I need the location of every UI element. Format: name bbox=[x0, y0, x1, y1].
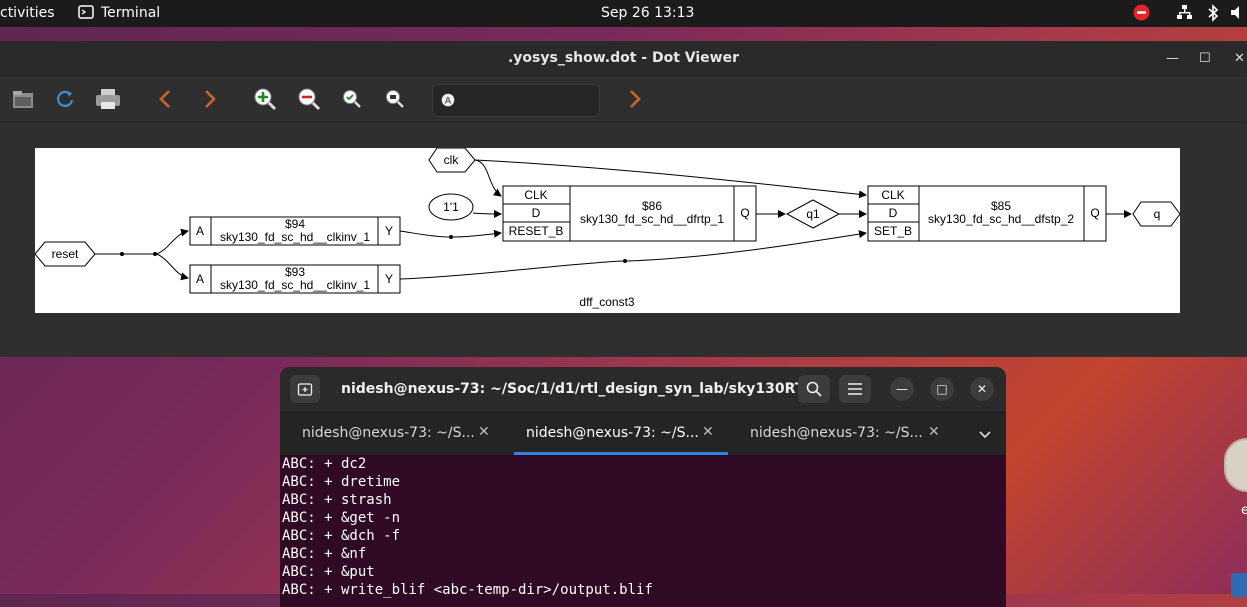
tab-label: nidesh@nexus-73: ~/S... bbox=[526, 425, 699, 441]
hamburger-icon bbox=[848, 383, 862, 395]
cell-85-pin-d: D bbox=[889, 206, 898, 220]
const-label: 1'1 bbox=[443, 200, 459, 214]
dot-viewer-toolbar bbox=[0, 77, 1247, 122]
clock[interactable]: Sep 26 13:13 bbox=[601, 5, 694, 21]
activities-button[interactable]: ctivities bbox=[0, 5, 55, 21]
tab-3[interactable]: nidesh@nexus-73: ~/S... ✕ bbox=[728, 411, 950, 455]
find-next-icon[interactable] bbox=[622, 86, 648, 112]
maximize-icon[interactable]: ☐ bbox=[1199, 51, 1211, 66]
do-not-disturb-icon[interactable] bbox=[1133, 4, 1150, 25]
back-icon[interactable] bbox=[152, 86, 178, 112]
svg-text:A: A bbox=[445, 97, 452, 107]
top-bar: ctivities Terminal Sep 26 13:13 bbox=[0, 0, 1247, 27]
schematic-graph: clk 1'1 reset q q1 A $94 sky130_fd_sc_hd… bbox=[34, 147, 1181, 309]
cell-93-pin-a: A bbox=[196, 272, 204, 286]
minimize-icon: — bbox=[896, 382, 908, 396]
cell-93-id: $93 bbox=[285, 265, 305, 279]
zoom-100-icon[interactable] bbox=[382, 86, 408, 112]
chevron-down-icon[interactable] bbox=[978, 425, 992, 444]
zoom-fit-icon[interactable] bbox=[339, 86, 365, 112]
tab-2[interactable]: nidesh@nexus-73: ~/S... ✕ bbox=[514, 411, 728, 455]
terminal-window: nidesh@nexus-73: ~/Soc/1/d1/rtl_design_s… bbox=[280, 367, 1006, 607]
wire-q1-label: q1 bbox=[806, 207, 820, 221]
cell-86-type: sky130_fd_sc_hd__dfrtp_1 bbox=[580, 212, 724, 226]
graph-canvas[interactable]: clk 1'1 reset q q1 A $94 sky130_fd_sc_hd… bbox=[34, 147, 1181, 313]
terminal-line: ABC: + strash bbox=[282, 492, 392, 508]
terminal-output[interactable]: ABC: + dc2 ABC: + dretime ABC: + strash … bbox=[280, 455, 1006, 607]
desktop-app-icon[interactable] bbox=[1224, 438, 1247, 492]
search-input[interactable]: A bbox=[432, 84, 600, 117]
close-icon: ✕ bbox=[976, 382, 988, 396]
desktop-icon-label[interactable]: e bbox=[1241, 503, 1247, 518]
terminal-line: ABC: + dretime bbox=[282, 474, 401, 490]
close-icon[interactable]: ✕ bbox=[1234, 51, 1245, 66]
minimize-button[interactable]: — bbox=[890, 377, 914, 401]
zoom-out-icon[interactable] bbox=[296, 86, 322, 112]
dot-viewer-titlebar[interactable]: .yosys_show.dot - Dot Viewer — ☐ ✕ bbox=[0, 41, 1247, 77]
terminal-line: ABC: + &dch -f bbox=[282, 528, 401, 544]
new-tab-button[interactable] bbox=[290, 375, 320, 403]
terminal-line: ABC: + write_blif <abc-temp-dir>/output.… bbox=[282, 582, 653, 598]
reload-icon[interactable] bbox=[52, 86, 78, 112]
port-clk-label: clk bbox=[444, 153, 460, 167]
terminal-tab-bar: nidesh@nexus-73: ~/S... ✕ nidesh@nexus-7… bbox=[280, 411, 1006, 455]
cell-94-pin-a: A bbox=[196, 224, 204, 238]
minimize-icon[interactable]: — bbox=[1166, 51, 1179, 66]
forward-icon[interactable] bbox=[197, 86, 223, 112]
cell-86-pin-d: D bbox=[532, 206, 541, 220]
cell-93-type: sky130_fd_sc_hd__clkinv_1 bbox=[220, 278, 370, 292]
terminal-line: ABC: + &nf bbox=[282, 546, 367, 562]
terminal-line: ABC: + dc2 bbox=[282, 456, 367, 472]
cell-94-id: $94 bbox=[285, 217, 305, 231]
volume-icon[interactable] bbox=[1230, 4, 1247, 25]
bluetooth-icon[interactable] bbox=[1207, 4, 1219, 26]
port-reset-label: reset bbox=[52, 247, 79, 261]
search-icon: A bbox=[441, 92, 455, 111]
open-icon[interactable] bbox=[10, 86, 36, 112]
tab-close-icon[interactable]: ✕ bbox=[928, 424, 940, 440]
module-name-label: dff_const3 bbox=[579, 295, 634, 309]
tab-close-icon[interactable]: ✕ bbox=[478, 424, 490, 440]
cell-86-pin-q: Q bbox=[740, 206, 749, 220]
new-tab-icon bbox=[297, 383, 313, 396]
cell-85-id: $85 bbox=[991, 199, 1011, 213]
window-title: .yosys_show.dot - Dot Viewer bbox=[507, 50, 740, 66]
search-icon bbox=[806, 381, 822, 397]
cell-86-pin-clk: CLK bbox=[524, 188, 547, 202]
tab-label: nidesh@nexus-73: ~/S... bbox=[750, 425, 923, 441]
print-icon[interactable] bbox=[95, 86, 121, 112]
network-wired-icon[interactable] bbox=[1176, 4, 1193, 25]
terminal-line: ABC: + &put bbox=[282, 564, 375, 580]
app-menu-terminal[interactable]: Terminal bbox=[101, 5, 160, 21]
terminal-title: nidesh@nexus-73: ~/Soc/1/d1/rtl_design_s… bbox=[341, 381, 819, 397]
desktop-folder-icon[interactable] bbox=[1231, 573, 1247, 597]
tab-label: nidesh@nexus-73: ~/S... bbox=[302, 425, 475, 441]
port-q-label: q bbox=[1154, 207, 1161, 221]
zoom-in-icon[interactable] bbox=[252, 86, 278, 112]
menu-button[interactable] bbox=[839, 375, 871, 403]
cell-94-type: sky130_fd_sc_hd__clkinv_1 bbox=[220, 230, 370, 244]
terminal-app-icon bbox=[78, 4, 94, 24]
tab-1[interactable]: nidesh@nexus-73: ~/S... ✕ bbox=[280, 411, 502, 455]
search-button[interactable] bbox=[798, 375, 830, 403]
terminal-headerbar[interactable]: nidesh@nexus-73: ~/Soc/1/d1/rtl_design_s… bbox=[280, 367, 1006, 411]
cell-85-type: sky130_fd_sc_hd__dfstp_2 bbox=[928, 212, 1074, 226]
cell-93-pin-y: Y bbox=[385, 272, 393, 286]
cell-86-id: $86 bbox=[642, 199, 662, 213]
tab-close-icon[interactable]: ✕ bbox=[702, 424, 714, 440]
cell-85-pin-set: SET_B bbox=[874, 224, 912, 238]
cell-85-pin-q: Q bbox=[1090, 206, 1099, 220]
cell-85-pin-clk: CLK bbox=[881, 188, 904, 202]
maximize-icon: □ bbox=[936, 382, 948, 396]
dot-viewer-window: .yosys_show.dot - Dot Viewer — ☐ ✕ A clk… bbox=[0, 41, 1247, 357]
terminal-line: ABC: + &get -n bbox=[282, 510, 401, 526]
close-button[interactable]: ✕ bbox=[970, 377, 994, 401]
cell-86-pin-reset: RESET_B bbox=[509, 224, 564, 238]
cell-94-pin-y: Y bbox=[385, 224, 393, 238]
maximize-button[interactable]: □ bbox=[930, 377, 954, 401]
